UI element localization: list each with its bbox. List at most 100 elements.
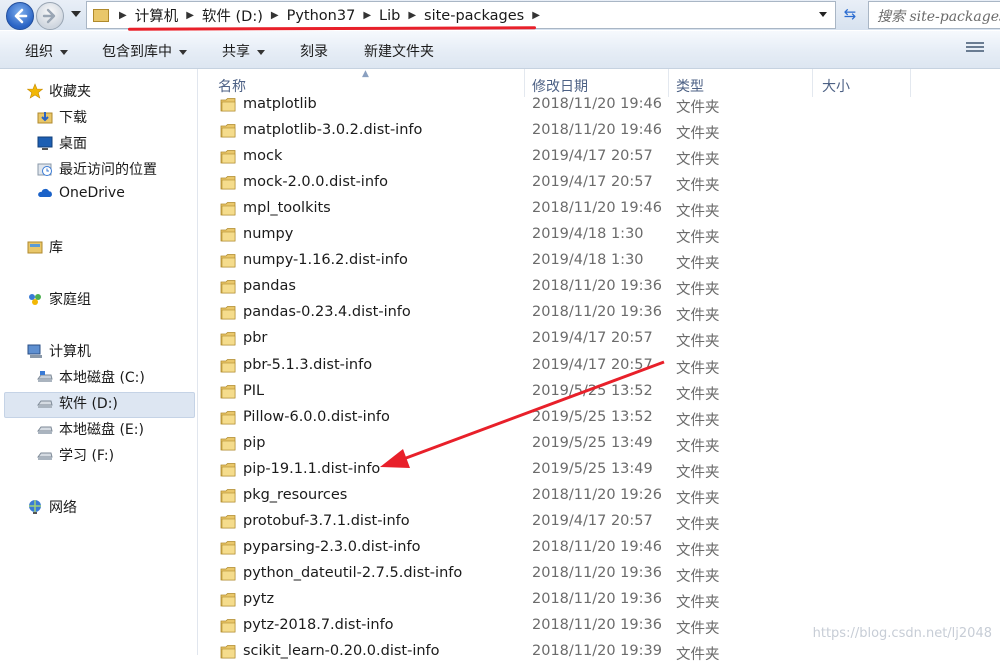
file-name: pytz-2018.7.dist-info: [243, 617, 394, 633]
file-row[interactable]: mpl_toolkits 2018/11/20 19:46 文件夹: [200, 196, 960, 222]
include-in-library-button[interactable]: 包含到库中: [102, 41, 187, 61]
nav-downloads-label: 下载: [59, 110, 87, 126]
file-date: 2018/11/20 19:46: [532, 122, 662, 139]
nav-homegroup[interactable]: 家庭组: [27, 289, 91, 309]
nav-network[interactable]: 网络: [27, 497, 77, 517]
nav-computer[interactable]: 计算机: [27, 341, 91, 361]
computer-icon: [27, 344, 42, 358]
file-name: Pillow-6.0.0.dist-info: [243, 408, 390, 425]
chevron-right-icon[interactable]: ▶: [119, 10, 127, 21]
file-date: 2019/5/25 13:52: [532, 408, 653, 425]
nav-drive-f[interactable]: 学习 (F:): [37, 445, 114, 465]
file-type: 文件夹: [676, 204, 720, 221]
download-folder-icon: [37, 112, 53, 124]
file-row[interactable]: pandas 2018/11/20 19:36 文件夹: [200, 274, 960, 300]
file-row[interactable]: pip 2019/5/25 13:49 文件夹: [200, 431, 960, 457]
file-row[interactable]: pandas-0.23.4.dist-info 2018/11/20 19:36 文…: [200, 300, 960, 326]
file-row[interactable]: pbr 2019/4/17 20:57 文件夹: [200, 326, 960, 352]
folder-icon: [220, 566, 236, 581]
file-type: 文件夹: [676, 594, 720, 611]
breadcrumb-drive-d[interactable]: 软件 (D:): [202, 5, 263, 26]
nav-favorites-label: 收藏夹: [49, 84, 91, 100]
file-row[interactable]: protobuf-3.7.1.dist-info 2019/4/17 20:57 文…: [200, 509, 960, 535]
breadcrumb-python37[interactable]: Python37: [287, 8, 356, 24]
folder-icon: [220, 176, 236, 190]
chevron-right-icon[interactable]: ▶: [186, 10, 194, 21]
file-row[interactable]: pip-19.1.1.dist-info 2019/5/25 13:49 文件夹: [200, 457, 960, 483]
file-row[interactable]: pyparsing-2.3.0.dist-info 2018/11/20 19:4…: [200, 535, 960, 561]
nav-onedrive[interactable]: OneDrive: [37, 185, 125, 201]
address-dropdown-icon[interactable]: [819, 12, 827, 17]
file-row[interactable]: pytz 2018/11/20 19:36 文件夹: [200, 587, 960, 613]
file-type: 文件夹: [676, 412, 720, 429]
file-type: 文件夹: [676, 334, 720, 351]
file-date: 2018/11/20 19:36: [532, 304, 662, 321]
chevron-down-icon: [257, 49, 265, 55]
file-type: 文件夹: [676, 230, 720, 247]
file-name: mock-2.0.0.dist-info: [243, 174, 388, 191]
drive-icon: [37, 426, 53, 434]
burn-button[interactable]: 刻录: [300, 41, 328, 61]
file-row[interactable]: numpy 2019/4/18 1:30 文件夹: [200, 222, 960, 248]
file-name: python_dateutil-2.7.5.dist-info: [243, 564, 463, 581]
nav-libraries[interactable]: 库: [27, 237, 63, 257]
share-button[interactable]: 共享: [222, 41, 265, 61]
file-row[interactable]: python_dateutil-2.7.5.dist-info 2018/11/2…: [200, 561, 960, 587]
file-type: 文件夹: [676, 178, 720, 195]
breadcrumb-site-packages[interactable]: site-packages: [424, 8, 524, 24]
folder-icon: [220, 593, 236, 607]
chevron-right-icon[interactable]: ▶: [363, 10, 371, 21]
forward-button[interactable]: [36, 2, 64, 30]
file-date: 2018/11/20 19:39: [532, 643, 662, 660]
drive-icon: [37, 452, 53, 460]
forward-arrow-icon: [42, 8, 56, 24]
change-view-icon[interactable]: [966, 42, 984, 56]
nav-favorites[interactable]: 收藏夹: [27, 81, 91, 101]
recent-pages-dropdown-icon[interactable]: [71, 11, 81, 17]
chevron-right-icon[interactable]: ▶: [532, 10, 540, 21]
file-type: 文件夹: [676, 464, 720, 481]
nav-libraries-label: 库: [49, 240, 63, 256]
file-name: matplotlib-3.0.2.dist-info: [243, 122, 423, 139]
file-date: 2019/4/17 20:57: [532, 330, 653, 347]
file-name: matplotlib: [243, 96, 317, 112]
file-type: 文件夹: [676, 516, 720, 533]
nav-onedrive-label: OneDrive: [59, 185, 125, 201]
nav-recent-places[interactable]: 最近访问的位置: [37, 159, 157, 179]
file-name: mpl_toolkits: [243, 200, 331, 217]
file-row[interactable]: scikit_learn-0.20.0.dist-info 2018/11/20 …: [200, 639, 960, 665]
new-folder-button[interactable]: 新建文件夹: [364, 41, 434, 61]
file-row[interactable]: mock-2.0.0.dist-info 2019/4/17 20:57 文件夹: [200, 170, 960, 196]
file-date: 2019/4/18 1:30: [532, 226, 644, 243]
file-row[interactable]: numpy-1.16.2.dist-info 2019/4/18 1:30 文件夹: [200, 248, 960, 274]
star-icon: [27, 83, 43, 99]
file-row[interactable]: matplotlib 2018/11/20 19:46 文件夹: [200, 92, 960, 118]
chevron-right-icon[interactable]: ▶: [271, 10, 279, 21]
search-input[interactable]: 搜索 site-packages: [868, 1, 1000, 29]
organize-button[interactable]: 组织: [25, 41, 68, 61]
nav-desktop[interactable]: 桌面: [37, 133, 87, 153]
file-type: 文件夹: [676, 438, 720, 455]
desktop-icon: [37, 136, 53, 150]
file-row[interactable]: pbr-5.1.3.dist-info 2019/4/17 20:57 文件夹: [200, 353, 960, 379]
nav-downloads[interactable]: 下载: [37, 107, 87, 127]
file-row[interactable]: mock 2019/4/17 20:57 文件夹: [200, 144, 960, 170]
refresh-icon[interactable]: ⇆: [838, 3, 862, 25]
include-in-library-label: 包含到库中: [102, 44, 172, 60]
nav-drive-d[interactable]: 软件 (D:): [37, 393, 118, 413]
breadcrumb-lib[interactable]: Lib: [379, 8, 400, 24]
file-row[interactable]: matplotlib-3.0.2.dist-info 2018/11/20 19:…: [200, 118, 960, 144]
chevron-right-icon[interactable]: ▶: [408, 10, 416, 21]
folder-icon: [93, 9, 109, 22]
back-button[interactable]: [6, 2, 34, 30]
file-date: 2018/11/20 19:46: [532, 96, 662, 112]
file-row[interactable]: PIL 2019/5/25 13:52 文件夹: [200, 379, 960, 405]
folder-icon: [220, 280, 236, 294]
file-row[interactable]: Pillow-6.0.0.dist-info 2019/5/25 13:52 文件夹: [200, 405, 960, 431]
nav-drive-c[interactable]: 本地磁盘 (C:): [37, 367, 145, 387]
file-name: pandas-0.23.4.dist-info: [243, 304, 411, 321]
nav-drive-e[interactable]: 本地磁盘 (E:): [37, 419, 144, 439]
breadcrumb-computer[interactable]: 计算机: [135, 5, 179, 26]
breadcrumb[interactable]: ▶ 计算机 ▶ 软件 (D:) ▶ Python37 ▶ Lib ▶ site-…: [86, 1, 836, 29]
file-row[interactable]: pkg_resources 2018/11/20 19:26 文件夹: [200, 483, 960, 509]
